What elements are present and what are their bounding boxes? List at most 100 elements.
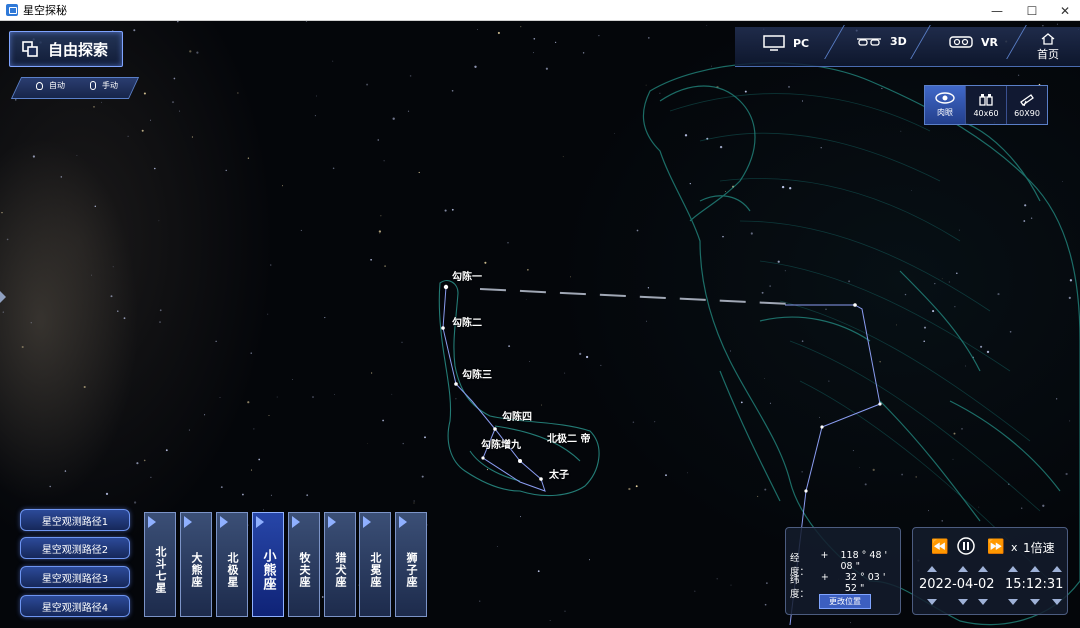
background-star	[520, 26, 522, 28]
free-explore-button[interactable]: 自由探索	[9, 31, 123, 67]
background-star	[1068, 296, 1071, 299]
constellation-card-polaris[interactable]: 北极星	[216, 512, 248, 617]
background-star	[722, 235, 724, 238]
pc-mode-button[interactable]: PC	[763, 35, 809, 51]
background-star	[757, 495, 759, 497]
background-star	[788, 85, 790, 88]
route-button-1[interactable]: 星空观测路径1	[20, 509, 130, 531]
change-location-button[interactable]: 更改位置	[819, 594, 871, 609]
view-mode-40x60[interactable]: 40x60	[966, 86, 1007, 124]
background-star	[377, 139, 379, 141]
background-star	[569, 276, 571, 278]
constellation-card-ursa-minor[interactable]: 小熊座	[252, 512, 284, 617]
background-star	[554, 41, 557, 44]
view-mode-label: 40x60	[973, 108, 999, 118]
background-star	[262, 509, 264, 511]
constellation-card-ursa-major[interactable]: 大熊座	[180, 512, 212, 617]
minute-up-arrow[interactable]	[1030, 566, 1040, 572]
star-label[interactable]: 勾陈三	[462, 366, 492, 381]
background-star	[306, 494, 309, 497]
background-star	[418, 171, 420, 174]
background-star	[801, 471, 803, 473]
minute-down-arrow[interactable]	[1030, 599, 1040, 605]
background-star	[332, 167, 335, 170]
ursa-minor-figure	[438, 280, 600, 497]
background-star	[188, 429, 190, 431]
background-star	[654, 421, 656, 423]
speed-value[interactable]: 1倍速	[1023, 539, 1055, 556]
route-button-4[interactable]: 星空观测路径4	[20, 595, 130, 617]
background-star	[706, 25, 708, 27]
background-star	[93, 106, 95, 108]
second-up-arrow[interactable]	[1052, 566, 1062, 572]
close-button[interactable]: ✕	[1048, 0, 1080, 21]
background-star	[1009, 330, 1012, 333]
mouse-icon	[90, 81, 96, 90]
auto-mode-button[interactable]: 自动	[36, 80, 65, 91]
background-star	[864, 483, 867, 486]
background-star	[312, 396, 314, 398]
background-star	[1017, 74, 1020, 76]
background-star	[225, 169, 227, 172]
3d-mode-button[interactable]: 3D	[856, 35, 907, 48]
background-star	[300, 229, 302, 231]
star-label[interactable]: 勾陈一	[452, 268, 482, 283]
view-mode-60x90[interactable]: 60X90	[1007, 86, 1047, 124]
home-button[interactable]: 首页	[1037, 33, 1059, 62]
manual-mode-button[interactable]: 手动	[90, 80, 118, 91]
background-star	[636, 229, 639, 232]
background-star	[961, 428, 963, 430]
fast-forward-icon[interactable]: ⏩	[987, 539, 1004, 555]
pause-button[interactable]	[957, 537, 975, 559]
date-value: 2022-04-02	[919, 577, 995, 592]
background-star	[455, 398, 457, 400]
minimize-button[interactable]: —	[980, 0, 1014, 21]
month-down-arrow[interactable]	[958, 599, 968, 605]
constellation-card-corona-borealis[interactable]: 北冕座	[359, 512, 391, 617]
background-star	[941, 278, 943, 280]
background-star	[769, 402, 771, 404]
constellation-card-bootes[interactable]: 牧夫座	[288, 512, 320, 617]
maximize-button[interactable]: ☐	[1015, 0, 1049, 21]
window-titlebar: 星空探秘 — ☐ ✕	[0, 0, 1080, 21]
year-up-arrow[interactable]	[927, 566, 937, 572]
day-down-arrow[interactable]	[978, 599, 988, 605]
star-label[interactable]: 太子	[549, 466, 569, 481]
background-star	[219, 397, 221, 398]
background-star	[154, 167, 156, 170]
vr-label: VR	[981, 35, 998, 49]
day-up-arrow[interactable]	[978, 566, 988, 572]
monitor-icon	[763, 35, 785, 51]
constellation-card-leo[interactable]: 狮子座	[395, 512, 427, 617]
view-mode-naked-eye[interactable]: 肉眼	[925, 86, 966, 124]
month-up-arrow[interactable]	[958, 566, 968, 572]
year-down-arrow[interactable]	[927, 599, 937, 605]
star-label[interactable]: 北极二 帝	[547, 430, 590, 445]
background-star	[986, 350, 990, 354]
background-star	[159, 309, 162, 312]
background-star	[276, 396, 278, 398]
background-star	[911, 190, 912, 191]
sky-viewport[interactable]: 勾陈一 勾陈二 勾陈三 勾陈四 勾陈增九 北极二 帝 太子 自由探索 自动 手动…	[0, 21, 1080, 628]
hour-down-arrow[interactable]	[1008, 599, 1018, 605]
3d-glasses-icon	[857, 37, 881, 46]
background-star	[117, 310, 119, 312]
background-star	[954, 306, 956, 308]
rewind-icon[interactable]: ⏪	[931, 539, 948, 555]
background-star	[477, 29, 479, 30]
location-panel: 经度： + 118 ° 48 ' 08 " 纬度： + 32 ° 03 ' 52…	[785, 527, 901, 615]
route-button-2[interactable]: 星空观测路径2	[20, 537, 130, 559]
second-down-arrow[interactable]	[1052, 599, 1062, 605]
constellation-card-canes-venatici[interactable]: 猎犬座	[324, 512, 356, 617]
background-star	[828, 380, 830, 382]
star-label[interactable]: 勾陈增九	[481, 436, 521, 451]
star-label[interactable]: 勾陈二	[452, 314, 482, 329]
vr-mode-button[interactable]: VR	[949, 35, 998, 49]
star-label[interactable]: 勾陈四	[502, 408, 532, 423]
background-star	[564, 372, 566, 374]
hour-up-arrow[interactable]	[1008, 566, 1018, 572]
background-star	[1024, 204, 1027, 207]
route-button-3[interactable]: 星空观测路径3	[20, 566, 130, 588]
background-star	[105, 492, 109, 496]
constellation-card-big-dipper[interactable]: 北斗七星	[144, 512, 176, 617]
